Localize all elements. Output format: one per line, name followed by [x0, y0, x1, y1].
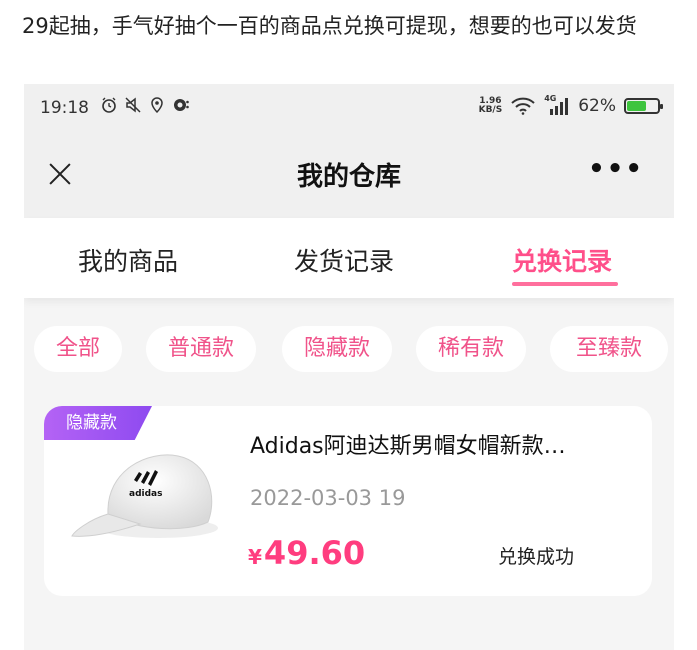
status-time: 19:18: [40, 98, 89, 118]
phone-screenshot: 19:18 1.96 KB/S 4G 62% 我的仓库 ••• 我的商品 发货记…: [24, 84, 674, 650]
filter-rare[interactable]: 稀有款: [416, 326, 526, 372]
status-icons-left: [100, 96, 190, 114]
active-tab-indicator: [512, 282, 618, 286]
status-icons-right: 1.96 KB/S 4G 62%: [479, 94, 663, 116]
price-value: 49.60: [263, 534, 366, 572]
tab-shipping-records[interactable]: 发货记录: [294, 242, 394, 278]
exchange-record-card[interactable]: 隐藏款 adidas Adidas阿迪达斯男帽女帽新款… 2022-03-03 …: [44, 406, 652, 596]
net-speed-unit: KB/S: [478, 105, 503, 115]
battery-percent: 62%: [578, 96, 616, 116]
battery-icon: [624, 98, 663, 114]
rarity-badge: 隐藏款: [44, 406, 152, 440]
nav-bar: 我的仓库 •••: [24, 134, 674, 218]
location-icon: [151, 97, 163, 114]
signal-icon: 4G: [544, 94, 570, 116]
page-title: 我的仓库: [296, 162, 401, 192]
wifi-icon: [511, 97, 535, 115]
record-date: 2022-03-03 19: [250, 486, 406, 510]
more-options-button[interactable]: •••: [588, 154, 644, 184]
filter-hidden[interactable]: 隐藏款: [282, 326, 392, 372]
app-notification-icon: [174, 99, 189, 111]
tab-exchange-records[interactable]: 兑换记录: [512, 242, 612, 278]
filter-chips: 全部 普通款 隐藏款 稀有款 至臻款: [24, 320, 674, 376]
net-speed: 1.96 KB/S: [479, 97, 503, 115]
status-bar: 19:18 1.96 KB/S 4G 62%: [24, 84, 674, 134]
price: ¥49.60: [248, 534, 365, 572]
filter-regular[interactable]: 普通款: [146, 326, 256, 372]
product-logo-text: adidas: [129, 489, 162, 499]
exchange-status: 兑换成功: [498, 546, 575, 568]
alarm-icon: [102, 97, 116, 113]
product-image: adidas: [71, 454, 218, 538]
post-caption: 29起抽，手气好抽个一百的商品点兑换可提现，想要的也可以发货: [22, 14, 637, 38]
battery-fill: [627, 101, 646, 111]
currency-symbol: ¥: [248, 545, 262, 569]
tab-bar: 我的商品 发货记录 兑换记录: [24, 218, 674, 298]
product-name: Adidas阿迪达斯男帽女帽新款…: [250, 434, 566, 459]
filter-supreme[interactable]: 至臻款: [550, 326, 668, 372]
filter-all[interactable]: 全部: [34, 326, 122, 372]
mute-icon: [125, 97, 141, 113]
tab-my-products[interactable]: 我的商品: [78, 242, 178, 278]
